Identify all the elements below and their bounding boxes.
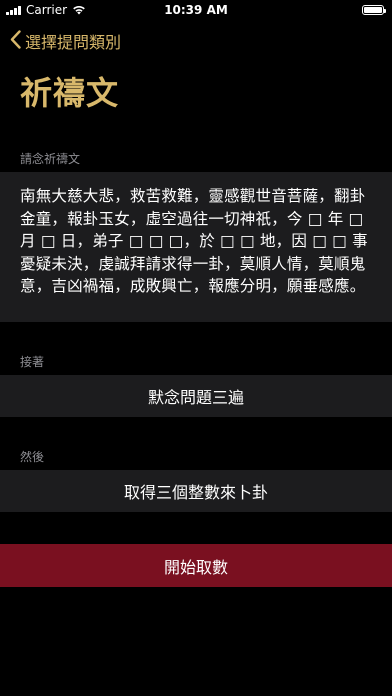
prayer-section-header: 請念祈禱文	[20, 152, 81, 166]
start-button[interactable]: 開始取數	[0, 544, 392, 587]
battery-cap	[384, 8, 386, 13]
page-title: 祈禱文	[20, 74, 120, 112]
prayer-text: 南無大慈大悲，救苦救難，靈感觀世音菩薩，翻卦金童，報卦玉女，虛空過往一切神祇，今…	[20, 187, 368, 295]
recite-question-label: 默念問題三遍	[147, 388, 244, 407]
next-step-header: 接著	[20, 355, 45, 369]
battery-fill	[364, 7, 382, 13]
get-numbers-row: 取得三個整數來卜卦	[0, 470, 392, 512]
get-numbers-label: 取得三個整數來卜卦	[123, 483, 268, 502]
recite-question-row: 默念問題三遍	[0, 375, 392, 417]
back-button[interactable]: 選擇提問類別	[10, 28, 121, 54]
status-time: 10:39 AM	[164, 3, 228, 17]
status-bar: Carrier 10:39 AM	[0, 0, 392, 20]
prayer-box: 南無大慈大悲，救苦救難，靈感觀世音菩薩，翻卦金童，報卦玉女，虛空過往一切神祇，今…	[0, 172, 392, 322]
start-button-label: 開始取數	[163, 557, 228, 577]
then-step-header: 然後	[20, 450, 45, 464]
chevron-left-icon	[10, 29, 21, 53]
back-button-label: 選擇提問類別	[25, 33, 122, 52]
battery-icon	[362, 5, 386, 15]
